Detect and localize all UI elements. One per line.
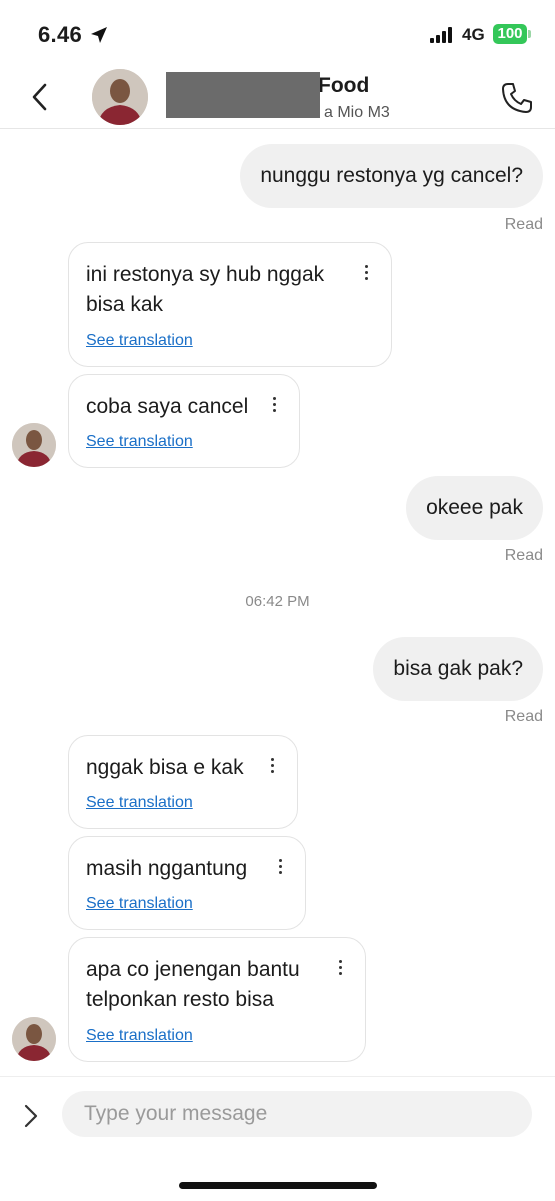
see-translation-link[interactable]: See translation [86,895,193,913]
network-label: 4G [462,25,485,44]
message-text: ini restonya sy hub nggak bisa kak [86,263,325,316]
back-chevron-icon[interactable] [28,82,52,112]
outgoing-message[interactable]: bisa gak pak? [373,637,543,701]
phone-icon[interactable] [500,81,534,115]
see-translation-link[interactable]: See translation [86,433,193,451]
message-timestamp: 06:42 PM [245,593,310,610]
read-receipt: Read [504,216,543,233]
message-text: nggak bisa e kak [86,756,244,779]
chat-header: Food a Mio M3 [0,66,555,129]
signal-icon [430,27,454,43]
more-vertical-icon[interactable] [271,758,275,776]
location-arrow-icon [91,27,107,43]
incoming-message[interactable]: nggak bisa e kak See translation [68,735,298,829]
status-bar: 6.46 4G 100 [0,0,555,66]
incoming-message[interactable]: masih nggantung See translation [68,836,306,930]
incoming-message[interactable]: ini restonya sy hub nggak bisa kak See t… [68,242,392,367]
more-vertical-icon[interactable] [365,265,369,283]
message-text: coba saya cancel [86,395,249,418]
home-indicator [179,1182,377,1189]
outgoing-message[interactable]: nunggu restonya yg cancel? [240,144,543,208]
message-text: masih nggantung [86,857,248,880]
more-vertical-icon[interactable] [273,397,277,415]
incoming-message[interactable]: apa co jenengan bantu telponkan resto bi… [68,937,366,1062]
avatar[interactable] [92,69,148,125]
redaction-block [166,72,320,118]
read-receipt: Read [504,547,543,564]
more-vertical-icon[interactable] [339,960,343,978]
outgoing-message[interactable]: okeee pak [406,476,543,540]
see-translation-link[interactable]: See translation [86,332,193,350]
see-translation-link[interactable]: See translation [86,1027,193,1045]
more-vertical-icon[interactable] [279,859,283,877]
expand-chevron-icon[interactable] [22,1103,40,1129]
battery-indicator: 100 [493,24,527,44]
incoming-message[interactable]: coba saya cancel See translation [68,374,300,468]
read-receipt: Read [504,708,543,725]
avatar[interactable] [12,1017,56,1061]
message-input[interactable] [62,1091,532,1137]
message-text: apa co jenengan bantu telponkan resto bi… [86,958,300,1011]
battery-cap [528,30,531,38]
see-translation-link[interactable]: See translation [86,794,193,812]
avatar[interactable] [12,423,56,467]
status-time: 6.46 [38,22,83,47]
